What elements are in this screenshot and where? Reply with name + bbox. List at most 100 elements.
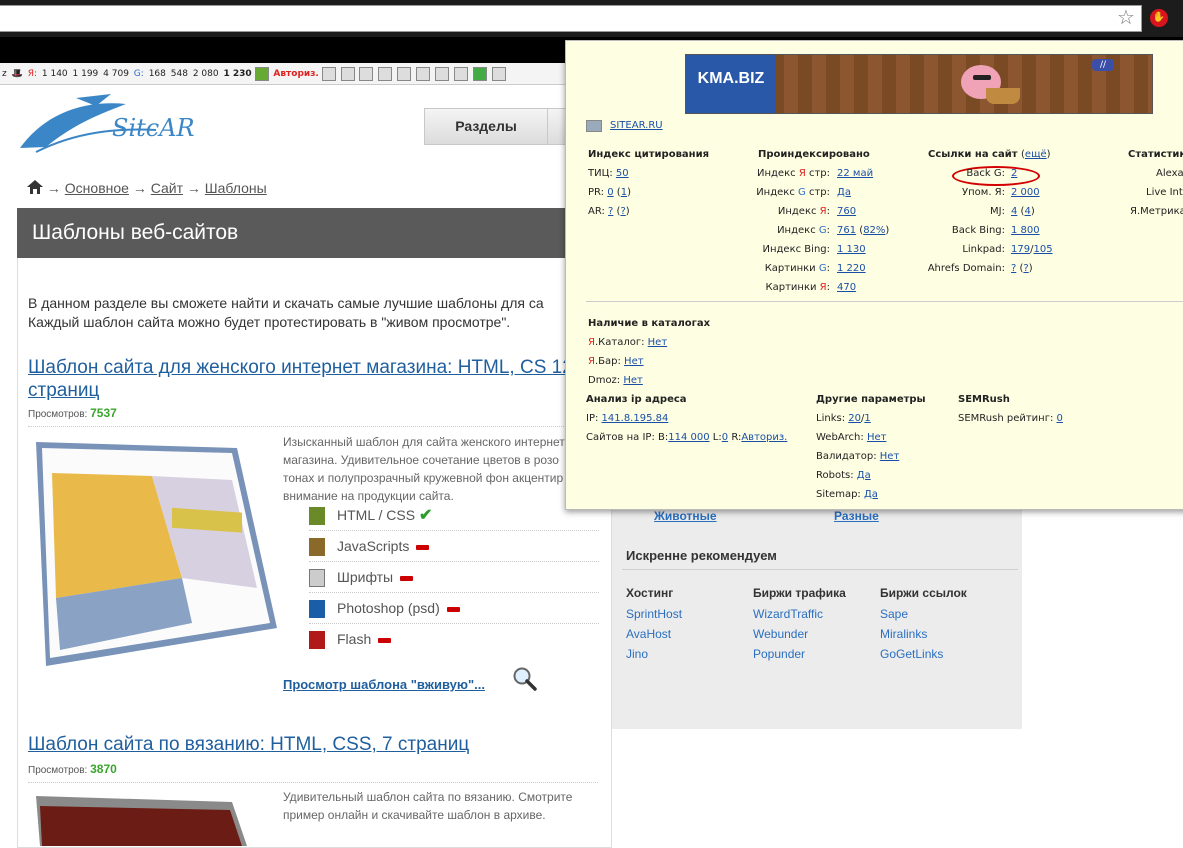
ahrefs-value: ? (?): [1011, 263, 1033, 274]
idx-g-str-value[interactable]: Да: [837, 187, 851, 198]
linkpad-link[interactable]: 179: [1011, 244, 1030, 255]
cat-yabar-value[interactable]: Нет: [624, 356, 644, 367]
ar-value[interactable]: ?: [620, 206, 625, 217]
mj-link[interactable]: 4: [1024, 206, 1030, 217]
pr-row: PR: 0 (1): [588, 187, 631, 198]
address-bar[interactable]: [0, 5, 1142, 32]
pics-ya-value[interactable]: 470: [837, 282, 856, 293]
views-label: Просмотров:: [28, 765, 88, 776]
tool-icon[interactable]: [453, 66, 468, 81]
links-more[interactable]: ещё: [1025, 149, 1047, 160]
ipsites-b[interactable]: 114 000: [668, 432, 709, 443]
rss-icon[interactable]: [434, 66, 449, 81]
recommend-link[interactable]: Popunder: [753, 644, 846, 664]
linkpad-link[interactable]: 105: [1033, 244, 1052, 255]
recommend-link[interactable]: Miralinks: [880, 624, 967, 644]
chart-icon[interactable]: [254, 66, 269, 81]
tool-icon[interactable]: [340, 66, 355, 81]
recommend-link[interactable]: Webunder: [753, 624, 846, 644]
cat-yacat-value[interactable]: Нет: [648, 337, 668, 348]
flash-icon: [309, 631, 325, 650]
mj-link[interactable]: 4: [1011, 206, 1017, 217]
ipsites-r[interactable]: Авториз.: [741, 432, 787, 443]
upom-value[interactable]: 2 000: [1011, 187, 1040, 198]
webarch-row: WebArch: Нет: [816, 432, 887, 443]
template-title-link[interactable]: Шаблон сайта для женского интернет магаз…: [28, 356, 573, 402]
bookmark-star-icon[interactable]: ☆: [1117, 8, 1135, 28]
idx-bing-value[interactable]: 1 130: [837, 244, 866, 255]
ahrefs-link[interactable]: ?: [1011, 263, 1016, 274]
tool-icon[interactable]: [359, 66, 374, 81]
site-link[interactable]: SITEAR.RU: [610, 120, 663, 131]
nav-button[interactable]: [547, 108, 567, 145]
template-desc: Изысканный шаблон для сайта женского инт…: [283, 435, 565, 503]
semrush-value[interactable]: 0: [1057, 413, 1063, 424]
seobar-val[interactable]: 2 080: [193, 69, 219, 79]
ip-value[interactable]: 141.8.195.84: [602, 413, 669, 424]
linkpad-value: 179/105: [1011, 244, 1053, 255]
robots-value[interactable]: Да: [857, 470, 871, 481]
webarch-value[interactable]: Нет: [867, 432, 887, 443]
adblock-icon[interactable]: ✋: [1150, 9, 1168, 27]
pencil-icon[interactable]: [321, 66, 336, 81]
pics-g-label: Картинки G:: [764, 263, 830, 274]
recommend-link[interactable]: AvaHost: [626, 624, 682, 644]
mj-label: MJ:: [990, 206, 1005, 217]
back-g-value[interactable]: 2: [1011, 168, 1017, 179]
template-thumbnail[interactable]: [32, 438, 282, 670]
breadcrumb-site[interactable]: Сайт: [151, 180, 183, 196]
sitemap-value[interactable]: Да: [864, 489, 878, 500]
tool-icon[interactable]: [491, 66, 506, 81]
idx-g-link[interactable]: 761: [837, 225, 856, 236]
ad-banner[interactable]: KMA.BIZ //: [685, 54, 1153, 114]
seobar-val[interactable]: 1 199: [73, 69, 99, 79]
template-thumbnail[interactable]: [32, 794, 282, 846]
nav-sections-button[interactable]: Разделы: [424, 108, 548, 145]
pr-value[interactable]: 0: [607, 187, 613, 198]
valid-value[interactable]: Нет: [880, 451, 900, 462]
tool-icon[interactable]: [397, 66, 412, 81]
other-heading: Другие параметры: [816, 394, 926, 405]
seobar-val[interactable]: 4 709: [103, 69, 129, 79]
breadcrumb-current[interactable]: Шаблоны: [205, 180, 267, 196]
tic-value[interactable]: 50: [616, 168, 629, 179]
idx-ya-value[interactable]: 760: [837, 206, 856, 217]
hat-icon[interactable]: 🎩: [12, 69, 23, 79]
category-link[interactable]: Животные: [654, 509, 717, 523]
stats-heading: Статистик: [1128, 149, 1183, 160]
pr-value[interactable]: 1: [621, 187, 627, 198]
font-icon: [309, 569, 325, 588]
magnifier-icon[interactable]: [512, 666, 538, 692]
basket-image: [986, 88, 1020, 104]
seobar-auth[interactable]: Авториз.: [273, 69, 318, 79]
seobar-val[interactable]: 1 230: [223, 69, 251, 79]
ar-value[interactable]: ?: [608, 206, 613, 217]
seobar-val[interactable]: 168: [149, 69, 166, 79]
idx-g-pct[interactable]: 82%: [863, 225, 885, 236]
template-title-link[interactable]: Шаблон сайта по вязанию: HTML, CSS, 7 ст…: [28, 733, 573, 756]
cat-dmoz-value[interactable]: Нет: [623, 375, 643, 386]
category-link[interactable]: Разные: [834, 509, 879, 523]
ahrefs-link[interactable]: ?: [1023, 263, 1028, 274]
recommend-link[interactable]: GoGetLinks: [880, 644, 967, 664]
idx-ya-str-value[interactable]: 22 май: [837, 168, 873, 179]
tool-icon[interactable]: [378, 66, 393, 81]
preview-link[interactable]: Просмотр шаблона "вживую"...: [283, 677, 485, 692]
back-bing-value[interactable]: 1 800: [1011, 225, 1040, 236]
recommend-link[interactable]: Jino: [626, 644, 682, 664]
seobar-val[interactable]: 548: [171, 69, 188, 79]
seobar-val[interactable]: 1 140: [42, 69, 68, 79]
home-icon[interactable]: [27, 180, 43, 194]
ipsites-l[interactable]: 0: [722, 432, 728, 443]
breadcrumb-home[interactable]: Основное: [65, 180, 129, 196]
links-value[interactable]: 20: [848, 413, 861, 424]
recommend-link[interactable]: Sape: [880, 604, 967, 624]
recommend-link[interactable]: WizardTraffic: [753, 604, 846, 624]
tool-icon[interactable]: [416, 66, 431, 81]
sitear-logo[interactable]: SitcAR: [16, 92, 216, 154]
pics-g-value[interactable]: 1 220: [837, 263, 866, 274]
links-value[interactable]: 1: [864, 413, 870, 424]
recommend-link[interactable]: SprintHost: [626, 604, 682, 624]
col-title: Хостинг: [626, 586, 674, 600]
home-icon[interactable]: [472, 66, 487, 81]
